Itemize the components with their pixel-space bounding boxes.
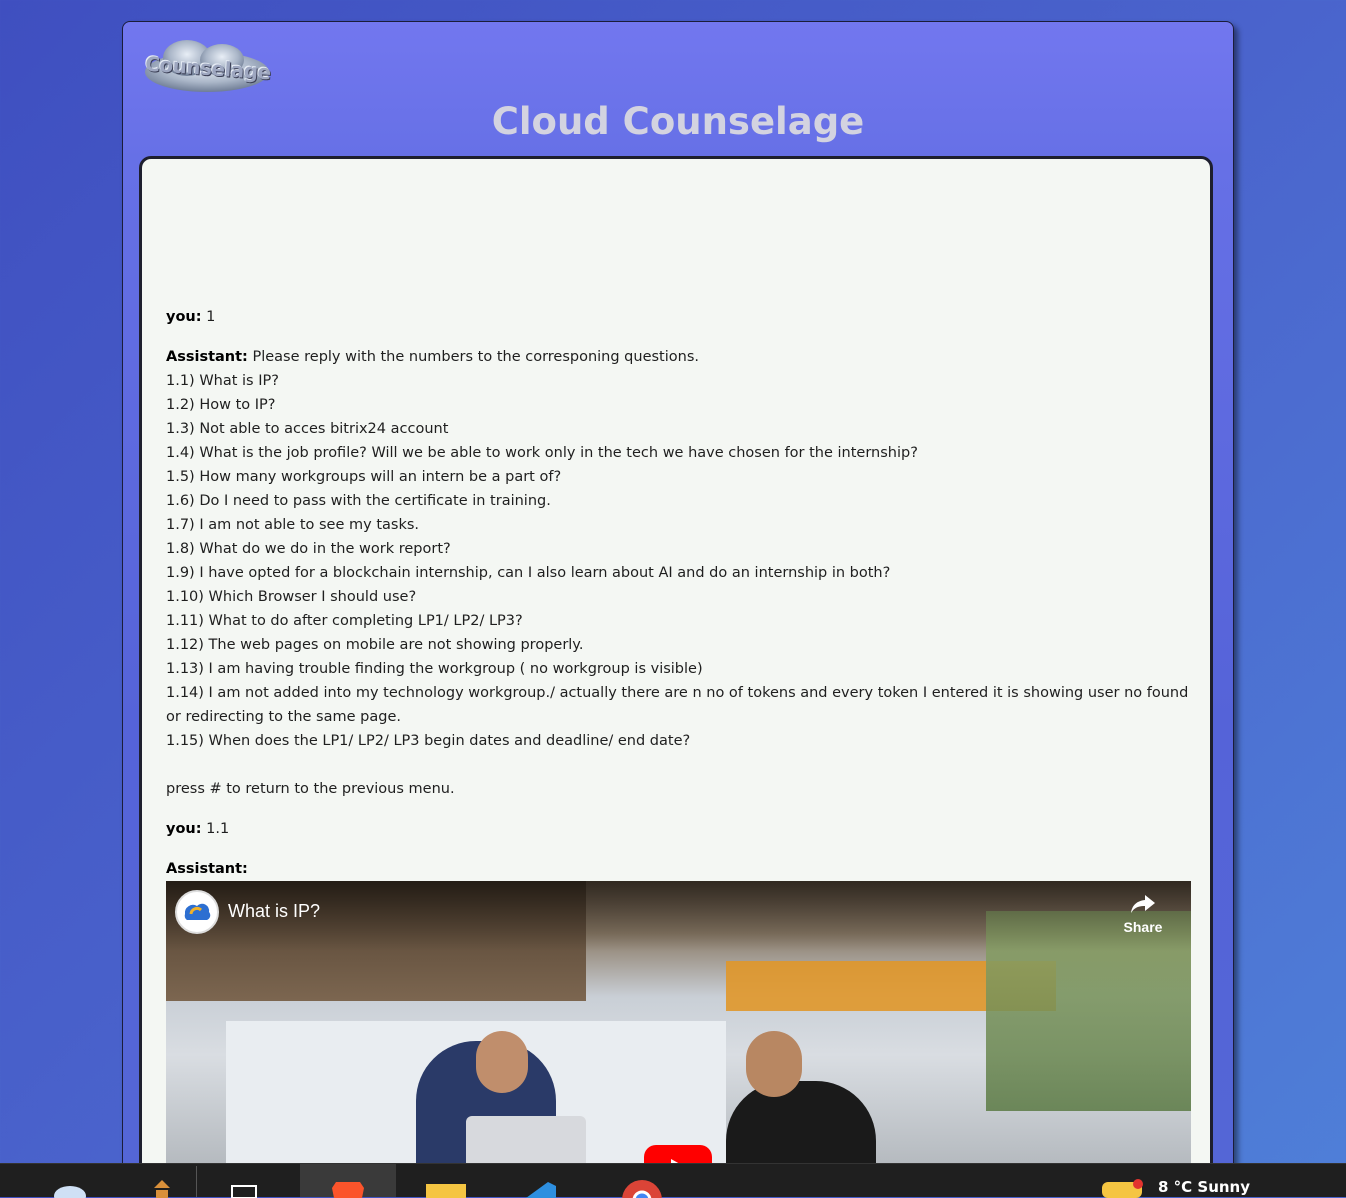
menu-footer: press # to return to the previous menu. xyxy=(166,781,455,797)
menu-option: 1.10) Which Browser I should use? xyxy=(166,589,417,605)
message-text: 1 xyxy=(206,309,216,325)
chat-message-user: you: 1.1 xyxy=(166,817,1192,841)
menu-option: 1.13) I am having trouble finding the wo… xyxy=(166,661,703,677)
chat-message-assistant: Assistant: xyxy=(166,857,1192,881)
video-title[interactable]: What is IP? xyxy=(228,901,320,922)
menu-option: 1.7) I am not able to see my tasks. xyxy=(166,517,420,533)
menu-option: 1.11) What to do after completing LP1/ L… xyxy=(166,613,523,629)
taskbar-app-notes[interactable] xyxy=(1098,1164,1146,1198)
counselage-logo[interactable]: Counselage xyxy=(137,36,279,100)
menu-option: 1.6) Do I need to pass with the certific… xyxy=(166,493,551,509)
chat-messages: you: 1 Assistant: Please reply with the … xyxy=(166,305,1192,1171)
vscode-icon xyxy=(526,1182,556,1198)
weather-temperature: 8 °C Sunny xyxy=(1158,1178,1251,1196)
menu-option: 1.4) What is the job profile? Will we be… xyxy=(166,445,918,461)
chat-message-user: you: 1 xyxy=(166,305,1192,329)
menu-option: 1.5) How many workgroups will an intern … xyxy=(166,469,562,485)
taskbar-app-brave-active[interactable] xyxy=(300,1164,396,1198)
sticky-notes-icon xyxy=(1102,1179,1143,1198)
menu-option: 1.9) I have opted for a blockchain inter… xyxy=(166,565,891,581)
taskbar-divider xyxy=(196,1166,197,1197)
chat-message-assistant: Assistant: Please reply with the numbers… xyxy=(166,345,1192,801)
sender-label: Assistant: xyxy=(166,349,248,365)
menu-option: 1.15) When does the LP1/ LP2/ LP3 begin … xyxy=(166,733,691,749)
video-person-head xyxy=(476,1031,528,1093)
taskbar: 8 °C Sunny xyxy=(0,1163,1346,1198)
sender-label: Assistant: xyxy=(166,861,248,877)
menu-option: 1.8) What do we do in the work report? xyxy=(166,541,451,557)
folder-icon xyxy=(426,1184,466,1198)
taskbar-app-temple[interactable] xyxy=(150,1164,174,1198)
sender-label: you: xyxy=(166,309,202,325)
share-label: Share xyxy=(1123,919,1163,935)
video-person-head xyxy=(746,1031,802,1097)
share-button[interactable]: Share xyxy=(1123,893,1163,935)
taskbar-app-explorer[interactable] xyxy=(424,1164,468,1198)
app-card: Counselage Cloud Counselage you: 1 Assis… xyxy=(122,21,1234,1183)
taskbar-app-vscode[interactable] xyxy=(518,1164,562,1198)
weather-widget[interactable] xyxy=(52,1164,92,1198)
channel-logo-icon xyxy=(178,893,216,931)
menu-option: 1.12) The web pages on mobile are not sh… xyxy=(166,637,584,653)
share-icon xyxy=(1131,895,1155,913)
temple-icon xyxy=(154,1180,170,1198)
cloud-icon xyxy=(54,1186,86,1198)
page-title: Cloud Counselage xyxy=(491,100,865,143)
task-view-icon xyxy=(231,1185,257,1198)
message-text: Please reply with the numbers to the cor… xyxy=(252,349,699,365)
task-view-button[interactable] xyxy=(228,1164,260,1198)
youtube-video-embed[interactable]: What is IP? Share xyxy=(166,881,1191,1171)
brave-icon xyxy=(332,1182,364,1198)
chrome-icon xyxy=(622,1180,662,1198)
sender-label: you: xyxy=(166,821,202,837)
chat-panel[interactable]: you: 1 Assistant: Please reply with the … xyxy=(139,156,1213,1182)
taskbar-app-chrome[interactable] xyxy=(618,1164,666,1198)
video-person xyxy=(726,1081,876,1171)
menu-option: 1.14) I am not added into my technology … xyxy=(166,685,1189,725)
menu-option: 1.3) Not able to acces bitrix24 account xyxy=(166,421,449,437)
menu-option: 1.1) What is IP? xyxy=(166,373,279,389)
message-text: 1.1 xyxy=(206,821,230,837)
channel-avatar[interactable] xyxy=(175,890,219,934)
menu-option: 1.2) How to IP? xyxy=(166,397,276,413)
